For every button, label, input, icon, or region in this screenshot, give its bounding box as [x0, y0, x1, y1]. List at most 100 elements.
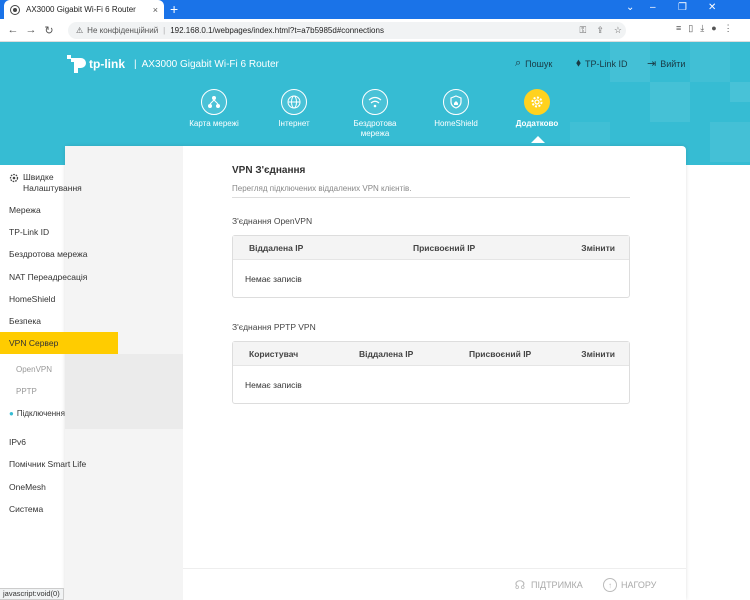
- tab-favicon-icon: [10, 4, 20, 15]
- column-header: Присвоєний IP: [413, 242, 476, 253]
- menu-dots-icon[interactable]: ⋮: [724, 23, 733, 34]
- sidebar-item-network[interactable]: Мережа: [0, 204, 118, 216]
- sidebar-item-quick-setup[interactable]: Швидке Налаштування: [0, 172, 118, 196]
- tab-close-icon[interactable]: ×: [153, 5, 158, 15]
- nav-advanced[interactable]: Додатково: [497, 89, 577, 129]
- nav-internet[interactable]: Інтернет: [254, 89, 334, 129]
- download-icon[interactable]: ⤓: [700, 23, 704, 34]
- nav-label: Карта мережі: [189, 119, 239, 128]
- nav-label: HomeShield: [434, 119, 478, 128]
- gear-icon: [524, 89, 550, 115]
- back-icon[interactable]: ←: [4, 24, 22, 36]
- nav-label: Додатково: [515, 119, 559, 128]
- network-map-icon: [201, 89, 227, 115]
- column-header: Користувач: [249, 348, 299, 359]
- quick-setup-gear-icon: [9, 173, 19, 183]
- logout-icon: ⇥: [647, 58, 657, 70]
- sidebar-sub-label: OpenVPN: [16, 365, 53, 374]
- browser-tab[interactable]: AX3000 Gigabit Wi-Fi 6 Router ×: [4, 0, 164, 19]
- sidebar-item-wireless[interactable]: Бездротова мережа: [0, 248, 118, 260]
- sidebar-item-tplink-id[interactable]: TP-Link ID: [0, 226, 118, 238]
- column-header: Віддалена IP: [249, 242, 304, 253]
- router-model: AX3000 Gigabit Wi-Fi 6 Router: [141, 58, 279, 70]
- empty-message: Немає записів: [245, 379, 302, 390]
- table-empty-row: Немає записів: [233, 366, 629, 403]
- empty-message: Немає записів: [245, 273, 302, 284]
- sidebar-item-label: IPv6: [9, 437, 27, 447]
- sidebar-item-label: NAT Переадресація: [9, 272, 88, 282]
- nav-homeshield[interactable]: HomeShield: [416, 89, 496, 129]
- back-to-top-label: НАГОРУ: [621, 580, 657, 590]
- table-header: Користувач Віддалена IP Присвоєний IP Зм…: [233, 342, 629, 366]
- sidebar-sub-openvpn[interactable]: OpenVPN: [0, 365, 118, 374]
- bookmark-star-icon[interactable]: ☆: [614, 25, 622, 36]
- sidebar-item-label: TP-Link ID: [9, 227, 50, 237]
- nav-wireless[interactable]: Бездротова мережа: [335, 89, 415, 139]
- logout-link[interactable]: ⇥ Вийти: [647, 57, 685, 70]
- sidebar-item-security[interactable]: Безпека: [0, 315, 118, 327]
- nav-network-map[interactable]: Карта мережі: [174, 89, 254, 129]
- warning-icon[interactable]: ⚠: [76, 26, 83, 35]
- omnibox-separator: |: [163, 26, 166, 35]
- brand-logo-text: tp-link: [89, 57, 125, 71]
- key-icon[interactable]: ⚿: [580, 25, 587, 36]
- new-tab-button[interactable]: +: [170, 2, 178, 16]
- sidebar-item-label: Бездротова мережа: [9, 249, 88, 259]
- support-link[interactable]: ☊ ПІДТРИМКА: [513, 578, 583, 592]
- profile-avatar-icon[interactable]: ●: [711, 23, 716, 34]
- content-area: VPN З'єднання Перегляд підключених відда…: [232, 165, 632, 404]
- sidebar-sub-pptp[interactable]: PPTP: [0, 387, 118, 396]
- openvpn-section-title: З'єднання OpenVPN: [232, 216, 313, 226]
- window-maximize-icon[interactable]: ❐: [678, 2, 687, 13]
- support-label: ПІДТРИМКА: [531, 580, 583, 590]
- browser-status-bar: javascript:void(0): [0, 588, 64, 600]
- reading-list-icon[interactable]: ≡: [676, 23, 681, 34]
- logout-label: Вийти: [660, 58, 686, 69]
- not-secure-label[interactable]: Не конфіденційний: [87, 26, 158, 35]
- column-header: Присвоєний IP: [469, 348, 532, 359]
- window-close-icon[interactable]: ✕: [708, 2, 716, 13]
- sidebar-sub-connections[interactable]: ● Підключення: [0, 409, 118, 418]
- homeshield-icon: [443, 89, 469, 115]
- table-empty-row: Немає записів: [233, 260, 629, 297]
- tplink-id-icon: ⬧: [576, 57, 581, 69]
- side-panel-icon[interactable]: ▯: [688, 23, 693, 34]
- divider: [232, 197, 630, 198]
- sidebar-item-onemesh[interactable]: OneMesh: [0, 481, 118, 493]
- forward-icon[interactable]: →: [22, 24, 40, 36]
- nav-label: Бездротова мережа: [353, 119, 397, 138]
- footer-bar: ☊ ПІДТРИМКА ↑ НАГОРУ: [183, 568, 686, 600]
- back-to-top-link[interactable]: ↑ НАГОРУ: [603, 578, 656, 592]
- pptp-section-title: З'єднання PPTP VPN: [232, 322, 316, 332]
- column-header: Змінити: [581, 242, 615, 253]
- page-subtitle: Перегляд підключених віддалених VPN кліє…: [232, 184, 412, 193]
- sidebar-item-label: Помічник Smart Life: [9, 459, 87, 469]
- address-bar[interactable]: ⚠ Не конфіденційний | 192.168.0.1/webpag…: [68, 22, 626, 39]
- sidebar-item-smart-life[interactable]: Помічник Smart Life: [0, 458, 118, 470]
- page-title: VPN З'єднання: [232, 165, 306, 176]
- tplink-id-link[interactable]: ⬧ TP-Link ID: [576, 57, 627, 70]
- sidebar-item-label: Система: [9, 504, 44, 514]
- sidebar-item-label: VPN Сервер: [9, 338, 59, 348]
- sidebar-item-label: HomeShield: [9, 294, 56, 304]
- sidebar-item-system[interactable]: Система: [0, 503, 118, 515]
- sidebar-item-vpn-server[interactable]: VPN Сервер: [0, 332, 118, 354]
- wifi-icon: [362, 89, 388, 115]
- nav-label: Інтернет: [278, 119, 310, 128]
- share-icon[interactable]: ⇪: [596, 25, 604, 36]
- tplink-id-label: TP-Link ID: [584, 58, 628, 69]
- brand: tp-link | AX3000 Gigabit Wi-Fi 6 Router: [67, 55, 279, 73]
- sidebar-item-label: OneMesh: [9, 482, 46, 492]
- tab-search-icon[interactable]: ⌄: [626, 2, 634, 13]
- reload-icon[interactable]: ↻: [40, 24, 58, 37]
- window-minimize-icon[interactable]: –: [650, 2, 656, 13]
- sidebar-item-ipv6[interactable]: IPv6: [0, 436, 118, 448]
- column-header: Віддалена IP: [359, 348, 414, 359]
- sidebar-item-nat[interactable]: NAT Переадресація: [0, 271, 118, 283]
- column-header: Змінити: [581, 348, 615, 359]
- headset-icon: ☊: [514, 578, 526, 592]
- url-text[interactable]: 192.168.0.1/webpages/index.html?t=a7b598…: [170, 26, 384, 35]
- sidebar-item-homeshield[interactable]: HomeShield: [0, 293, 118, 305]
- openvpn-table: Віддалена IP Присвоєний IP Змінити Немає…: [232, 235, 630, 298]
- search-link[interactable]: ⌕ Пошук: [515, 57, 552, 70]
